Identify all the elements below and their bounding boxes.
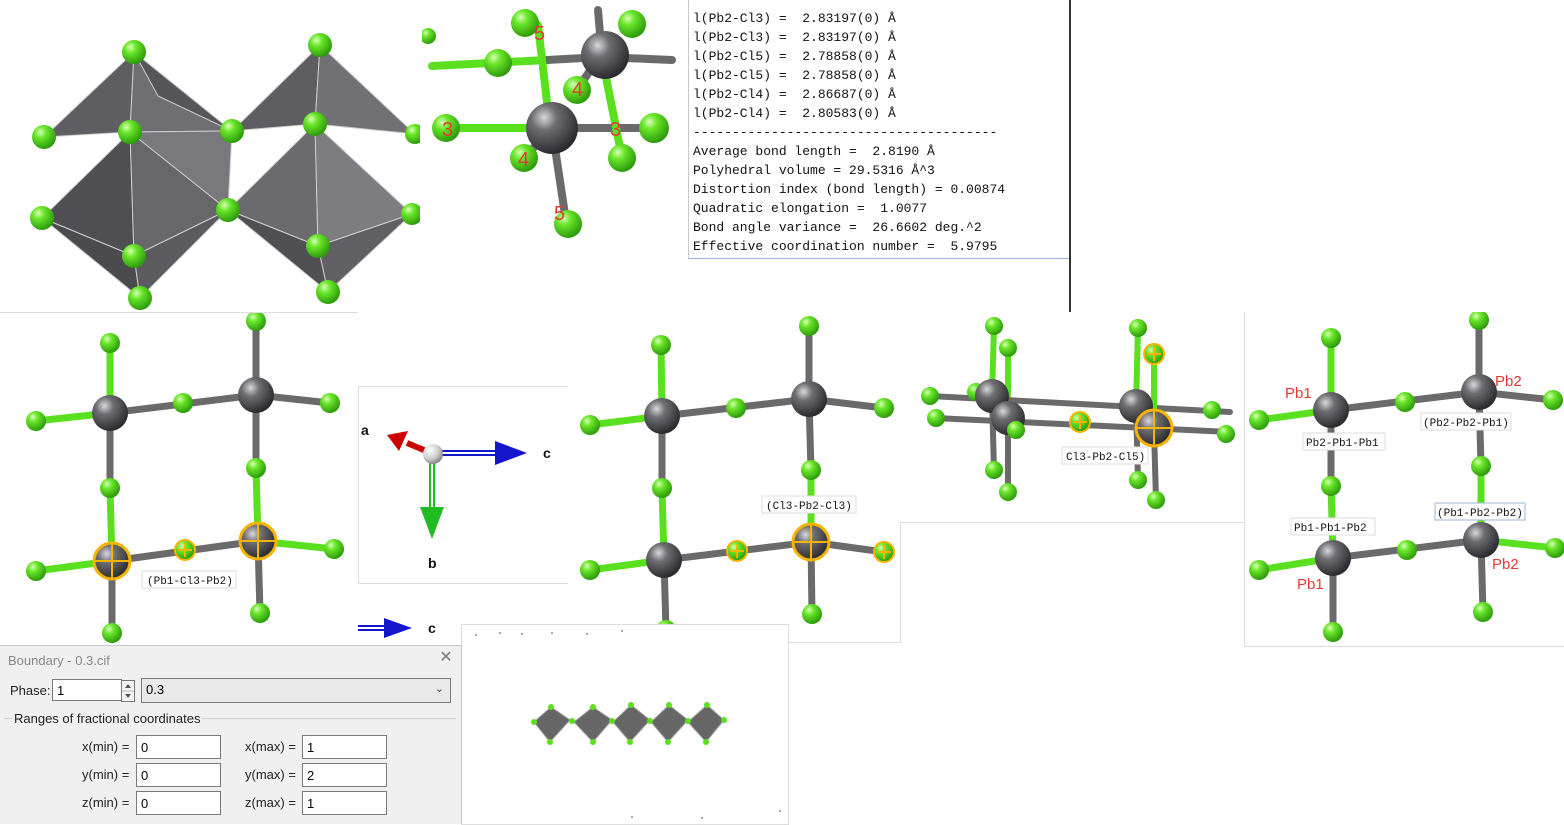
atom-label-pb1-top: Pb1 [1285,385,1312,402]
structure-top-right-render: Cl3-Pb2-Cl5) [921,317,1235,509]
phase-select[interactable]: 0.3 ⌄ [141,678,451,703]
angle-tag-cl3-pb2-cl5: Cl3-Pb2-Cl5) [1066,452,1145,464]
dialog-title: Boundary - 0.3.cif [8,653,110,668]
xmin-label: x(min) = [82,739,130,754]
bond-length-line-2: l(Pb2-Cl3) = 2.83197(0) Å [693,30,896,45]
ymin-input[interactable] [136,763,221,787]
bond-length-line-6: l(Pb2-Cl4) = 2.80583(0) Å [693,106,896,121]
polyhedra-render [30,33,420,310]
closeup-number-5b: 5 [554,203,565,225]
structure-view-left[interactable]: (Pb1-Cl3-Pb2) [0,312,358,646]
phase-label: Phase: [10,683,51,698]
angle-tag-pb1-cl3-pb2: (Pb1-Cl3-Pb2) [147,576,233,588]
chain-render [475,630,781,819]
separator-line: --------------------------------------- [693,125,998,140]
zmax-input[interactable] [302,791,387,815]
ymax-input[interactable] [302,763,387,787]
zmax-label: z(max) = [245,795,296,810]
axis-label-a: a [361,422,369,438]
zmin-label: z(min) = [82,795,130,810]
structure-middle-render: (Cl3-Pb2-Cl3) [580,316,895,640]
bond-length-line-4: l(Pb2-Cl5) = 2.78858(0) Å [693,68,896,83]
atom-label-pb2-bottom: Pb2 [1492,556,1519,573]
closeup-view[interactable]: 5 4 3 3 4 5 [422,0,688,238]
bond-angle-variance: Bond angle variance = 26.6602 deg.^2 [693,220,982,235]
chevron-down-icon: ⌄ [434,683,444,695]
structure-view-middle[interactable]: (Cl3-Pb2-Cl3) [568,312,901,643]
closeup-number-3a: 3 [442,119,453,141]
axis-label-b: b [428,555,437,571]
axes-render: a c b [361,422,551,571]
small-axis-label-c: c [428,620,436,636]
structure-view-top-right[interactable]: Cl3-Pb2-Cl5) [900,312,1244,523]
close-icon[interactable]: ✕ [438,650,454,666]
atom-label-pb1-bottom: Pb1 [1297,576,1324,593]
axis-label-c: c [543,445,551,461]
structure-left-render: (Pb1-Cl3-Pb2) [26,313,344,643]
quadratic-elongation: Quadratic elongation = 1.0077 [693,201,928,216]
zmin-input[interactable] [136,791,221,815]
structure-right-render: Pb1 Pb2 Pb1 Pb2 Pb2-Pb1-Pb1 (Pb2-Pb2-Pb1… [1249,312,1564,642]
xmax-label: x(max) = [245,739,296,754]
bond-length-line-3: l(Pb2-Cl5) = 2.78858(0) Å [693,49,896,64]
ymax-label: y(max) = [245,767,296,782]
text-output-window[interactable]: l(Pb2-Cl3) = 2.83197(0) Å l(Pb2-Cl3) = 2… [688,0,1071,259]
atom-label-pb2-top: Pb2 [1495,373,1522,390]
window-divider [1069,0,1071,312]
closeup-number-4a: 4 [572,79,583,101]
distortion-index: Distortion index (bond length) = 0.00874 [693,182,1006,197]
polyhedral-volume: Polyhedral volume = 29.5316 Å^3 [693,163,935,178]
ymin-label: y(min) = [82,767,130,782]
ranges-group [4,718,456,823]
xmin-input[interactable] [136,735,221,759]
axes-orientation-view[interactable]: a c b [358,386,570,584]
angle-tag-pb1-pb1-pb2: Pb1-Pb1-Pb2 [1294,523,1367,535]
angle-tag-cl3-pb2-cl3: (Cl3-Pb2-Cl3) [766,501,852,513]
closeup-number-4b: 4 [518,149,529,171]
angle-tag-pb1-pb2-pb2: (Pb1-Pb2-Pb2) [1437,508,1523,520]
ranges-title: Ranges of fractional coordinates [12,711,203,726]
xmax-input[interactable] [302,735,387,759]
closeup-number-3b: 3 [610,119,621,141]
phase-select-value: 0.3 [146,682,165,697]
phase-spinner[interactable] [121,680,135,702]
bond-length-line-1: l(Pb2-Cl3) = 2.83197(0) Å [693,11,896,26]
angle-tag-pb2-pb2-pb1: (Pb2-Pb2-Pb1) [1423,418,1509,430]
effective-coordination-number: Effective coordination number = 5.9795 [693,239,998,254]
closeup-render: 5 4 3 3 4 5 [422,6,676,238]
phase-input[interactable] [52,679,122,701]
average-bond-length: Average bond length = 2.8190 Å [693,144,935,159]
angle-tag-pb2-pb1-pb1: Pb2-Pb1-Pb1 [1306,438,1379,450]
chain-view[interactable] [461,624,789,825]
closeup-number-5a: 5 [534,23,545,45]
bond-length-line-5: l(Pb2-Cl4) = 2.86687(0) Å [693,87,896,102]
small-axis-indicator: c [358,612,458,642]
polyhedra-view[interactable] [0,0,420,312]
structure-view-right[interactable]: Pb1 Pb2 Pb1 Pb2 Pb2-Pb1-Pb1 (Pb2-Pb2-Pb1… [1244,312,1564,647]
